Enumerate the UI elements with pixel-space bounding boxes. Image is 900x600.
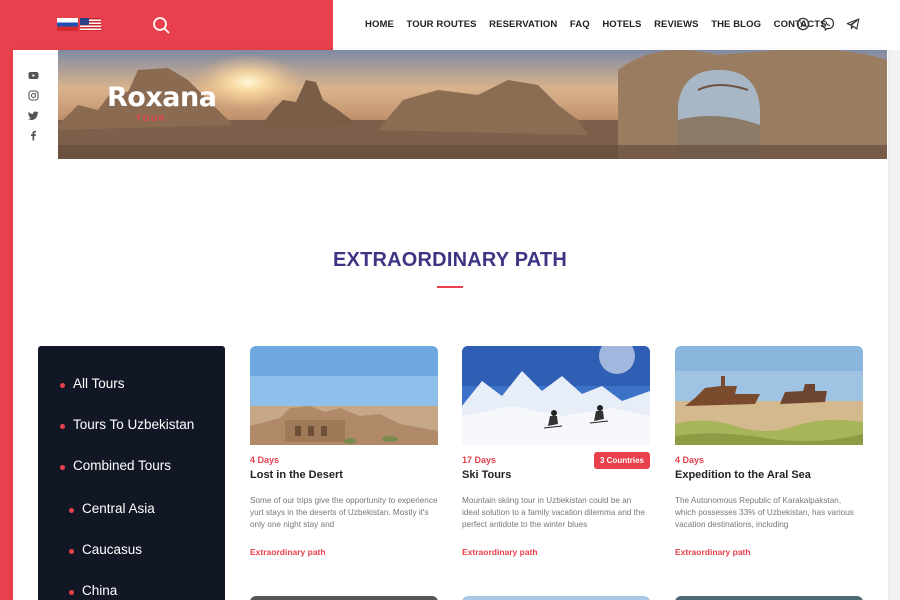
nav-reviews[interactable]: REVIEWS — [654, 19, 699, 30]
search-icon[interactable] — [152, 16, 170, 34]
instagram-icon[interactable] — [28, 90, 39, 101]
tour-card[interactable]: 17 Days 3 Countries Ski Tours Mountain s… — [462, 346, 650, 557]
twitter-icon[interactable] — [28, 110, 39, 121]
flag-ru-icon[interactable] — [57, 18, 78, 31]
next-tour-card-image — [675, 596, 863, 600]
language-switcher — [57, 18, 101, 31]
tour-image-desert[interactable] — [250, 346, 438, 445]
tour-link[interactable]: Extraordinary path — [675, 547, 751, 557]
logo-subtitle: TOUR — [136, 114, 167, 123]
nav-home[interactable]: HOME — [365, 19, 394, 30]
nav-reservation[interactable]: RESERVATION — [489, 19, 557, 30]
logo[interactable]: Roxana — [107, 84, 217, 111]
nav-the-blog[interactable]: THE BLOG — [711, 19, 761, 30]
tour-duration: 17 Days — [462, 455, 497, 465]
tour-card[interactable]: 4 Days Expedition to the Aral Sea The Au… — [675, 346, 863, 557]
tour-duration: 4 Days — [250, 455, 280, 465]
telegram-icon[interactable] — [846, 17, 860, 31]
next-tour-card-image — [250, 596, 438, 600]
contact-icons — [796, 17, 860, 31]
tour-title[interactable]: Expedition to the Aral Sea — [675, 469, 811, 481]
nav-faq[interactable]: FAQ — [570, 19, 590, 30]
main-nav: HOME TOUR ROUTES RESERVATION FAQ HOTELS … — [365, 19, 839, 30]
tour-image-aral-sea[interactable] — [675, 346, 863, 445]
sidebar-item-caucasus[interactable]: Caucasus — [68, 542, 142, 557]
title-divider — [437, 286, 463, 288]
youtube-icon[interactable] — [28, 70, 39, 81]
whatsapp-icon[interactable] — [796, 17, 810, 31]
viber-icon[interactable] — [821, 17, 835, 31]
tour-card[interactable]: 4 Days Lost in the Desert Some of our tr… — [250, 346, 438, 557]
tour-description: Mountain skiing tour in Uzbekistan could… — [462, 496, 645, 529]
next-tour-card-image — [462, 596, 650, 600]
social-links — [28, 70, 39, 141]
nav-hotels[interactable]: HOTELS — [602, 19, 641, 30]
tour-title[interactable]: Lost in the Desert — [250, 469, 343, 481]
nav-tour-routes[interactable]: TOUR ROUTES — [407, 19, 477, 30]
sidebar-item-central-asia[interactable]: Central Asia — [69, 501, 155, 516]
sidebar-item-china[interactable]: China — [68, 583, 117, 598]
sidebar-item-tours-to-uzbekistan[interactable]: Tours To Uzbekistan — [59, 417, 194, 432]
tour-category-sidebar: All Tours Tours To Uzbekistan Combined T… — [38, 346, 225, 600]
tour-image-ski[interactable] — [462, 346, 650, 445]
flag-us-icon[interactable] — [80, 18, 101, 31]
tour-link[interactable]: Extraordinary path — [250, 547, 326, 557]
tour-description: Some of our trips give the opportunity t… — [250, 496, 438, 529]
countries-badge: 3 Countries — [593, 452, 650, 469]
sidebar-item-all-tours[interactable]: All Tours — [60, 376, 125, 391]
facebook-icon[interactable] — [28, 130, 39, 141]
section-title: EXTRAORDINARY PATH — [333, 249, 567, 271]
tour-description: The Autonomous Republic of Karakalpaksta… — [675, 496, 854, 529]
sidebar-item-combined-tours[interactable]: Combined Tours — [59, 458, 171, 473]
tour-link[interactable]: Extraordinary path — [462, 547, 538, 557]
tour-title[interactable]: Ski Tours — [462, 469, 511, 481]
tour-duration: 4 Days — [675, 455, 705, 465]
